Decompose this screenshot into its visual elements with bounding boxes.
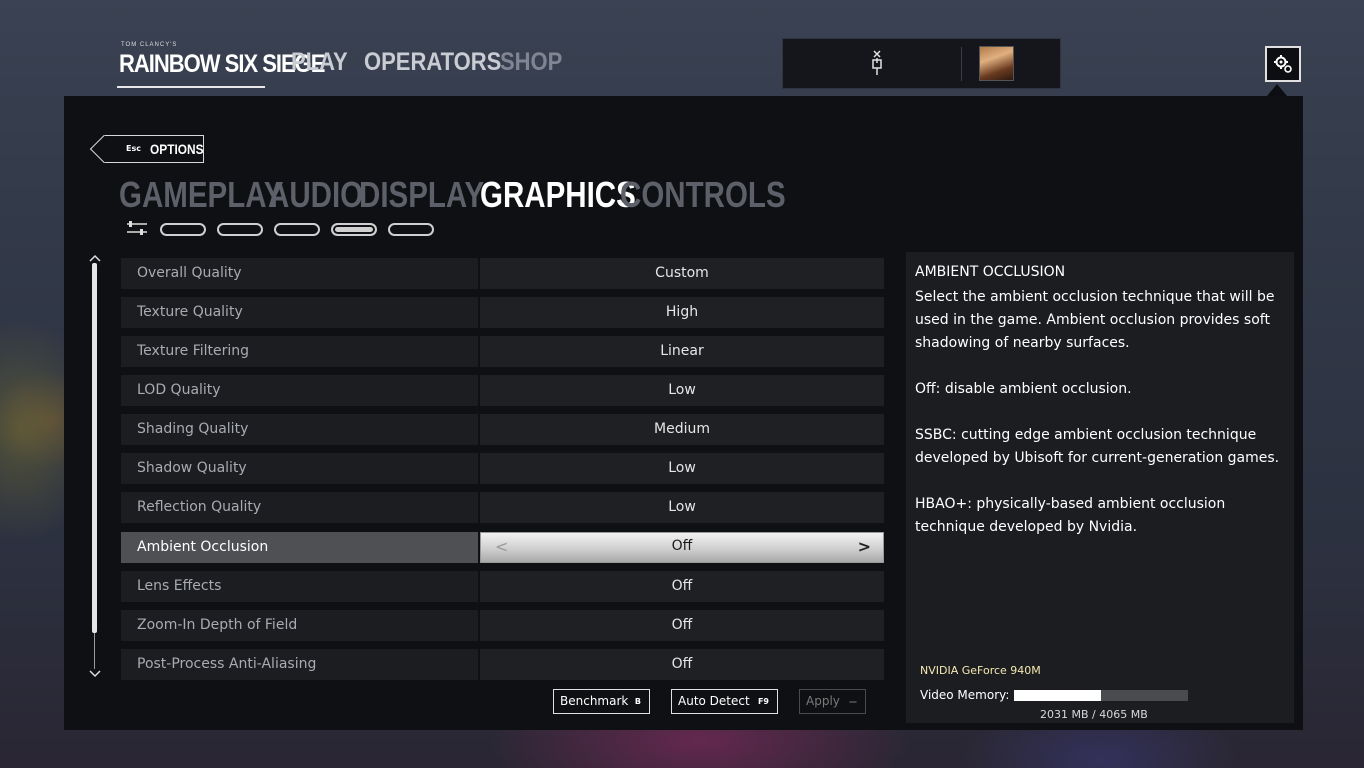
scrollbar-thumb[interactable] [92, 263, 97, 633]
setting-name: Shading Quality [121, 414, 478, 445]
sliders-icon[interactable] [125, 218, 149, 238]
tab-display[interactable]: DISPLAY [359, 174, 484, 216]
setting-row-texture-quality[interactable]: Texture Quality High [121, 297, 884, 328]
scroll-down-icon[interactable] [88, 668, 102, 680]
subtab-pill-5[interactable] [388, 223, 434, 236]
setting-name: Ambient Occlusion [121, 532, 478, 563]
back-options-button[interactable]: Esc OPTIONS [104, 135, 204, 163]
setting-value[interactable]: Off [480, 649, 884, 680]
subtab-pill-4[interactable] [331, 223, 377, 236]
tab-controls[interactable]: CONTROLS [620, 174, 786, 216]
setting-name: Reflection Quality [121, 492, 478, 523]
setting-name: Texture Filtering [121, 336, 478, 367]
squad-divider [961, 47, 962, 81]
auto-detect-label: Auto Detect [678, 694, 750, 708]
description-title: AMBIENT OCCLUSION [915, 264, 1066, 280]
gear-icon [1274, 55, 1292, 73]
setting-value-selector[interactable]: < Off > [480, 532, 884, 600]
settings-button[interactable] [1265, 46, 1301, 82]
chevron-left-icon[interactable]: < [495, 533, 508, 561]
setting-row-post-process-aa[interactable]: Post-Process Anti-Aliasing Off [121, 649, 884, 680]
setting-name: Post-Process Anti-Aliasing [121, 649, 478, 680]
setting-value[interactable]: High [480, 297, 884, 328]
scrollbar-track[interactable] [94, 633, 95, 669]
setting-name: LOD Quality [121, 375, 478, 406]
nav-operators[interactable]: OPERATORS [364, 48, 501, 77]
settings-pointer [1267, 84, 1287, 96]
setting-name: Overall Quality [121, 258, 478, 289]
back-label: OPTIONS [150, 141, 204, 157]
unlink-icon[interactable] [869, 49, 885, 77]
setting-value[interactable]: Linear [480, 336, 884, 367]
setting-row-overall-quality[interactable]: Overall Quality Custom [121, 258, 884, 289]
video-memory-fill [1014, 690, 1101, 701]
setting-value[interactable]: Low [480, 492, 884, 523]
setting-name: Shadow Quality [121, 453, 478, 484]
video-memory-bar [1014, 690, 1188, 701]
setting-value[interactable]: Low [480, 375, 884, 406]
description-paragraph: HBAO+: physically-based ambient occlusio… [915, 496, 1226, 535]
subtab-pill-2[interactable] [217, 223, 263, 236]
setting-value[interactable]: Medium [480, 414, 884, 445]
setting-row-zoom-dof[interactable]: Zoom-In Depth of Field Off [121, 610, 884, 641]
setting-row-reflection-quality[interactable]: Reflection Quality Low [121, 492, 884, 523]
gpu-name: NVIDIA GeForce 940M [920, 664, 1041, 677]
description-body: Select the ambient occlusion technique t… [915, 286, 1287, 562]
auto-detect-key: F9 [757, 697, 769, 706]
tab-graphics[interactable]: GRAPHICS [480, 174, 636, 216]
game-logo: TOM CLANCY'S RAINBOW SIX SIEGE [117, 42, 325, 88]
subtab-pill-3[interactable] [274, 223, 320, 236]
chevron-right-icon[interactable]: > [858, 533, 871, 561]
setting-name: Texture Quality [121, 297, 478, 328]
benchmark-label: Benchmark [560, 694, 629, 708]
setting-name: Lens Effects [121, 571, 478, 602]
setting-row-texture-filtering[interactable]: Texture Filtering Linear [121, 336, 884, 367]
tab-audio[interactable]: AUDIO [268, 174, 363, 216]
esc-key-hint: Esc [126, 144, 141, 153]
setting-row-lod-quality[interactable]: LOD Quality Low [121, 375, 884, 406]
tab-gameplay[interactable]: GAMEPLAY [119, 174, 284, 216]
setting-name: Zoom-In Depth of Field [121, 610, 478, 641]
setting-row-ambient-occlusion[interactable]: Ambient Occlusion < Off > [121, 532, 884, 600]
logo-subtitle: TOM CLANCY'S [121, 42, 178, 48]
nav-shop[interactable]: SHOP [500, 48, 562, 77]
video-memory-text: 2031 MB / 4065 MB [1040, 708, 1148, 721]
setting-row-shading-quality[interactable]: Shading Quality Medium [121, 414, 884, 445]
squad-panel[interactable] [782, 38, 1061, 89]
description-paragraph: Select the ambient occlusion technique t… [915, 289, 1275, 351]
video-memory-label: Video Memory: [920, 688, 1010, 702]
nav-play[interactable]: PLAY [291, 48, 348, 77]
description-paragraph: Off: disable ambient occlusion. [915, 381, 1132, 397]
setting-row-lens-effects[interactable]: Lens Effects Off [121, 571, 884, 602]
apply-label: Apply [806, 694, 840, 708]
setting-value[interactable]: Off [480, 571, 884, 602]
subtab-pill-1[interactable] [160, 223, 206, 236]
setting-row-shadow-quality[interactable]: Shadow Quality Low [121, 453, 884, 484]
option-indicator [635, 557, 727, 600]
benchmark-button[interactable]: Benchmark B [553, 689, 650, 714]
setting-description-panel: AMBIENT OCCLUSION Select the ambient occ… [906, 252, 1294, 723]
benchmark-key: B [634, 697, 641, 706]
auto-detect-button[interactable]: Auto Detect F9 [671, 689, 778, 714]
player-avatar[interactable] [979, 46, 1014, 81]
setting-value: Off [671, 538, 693, 554]
setting-value[interactable]: Off [480, 610, 884, 641]
apply-key: — [849, 697, 857, 706]
description-paragraph: SSBC: cutting edge ambient occlusion tec… [915, 427, 1280, 466]
apply-button[interactable]: Apply — [799, 689, 866, 714]
setting-value[interactable]: Custom [480, 258, 884, 289]
setting-value[interactable]: Low [480, 453, 884, 484]
